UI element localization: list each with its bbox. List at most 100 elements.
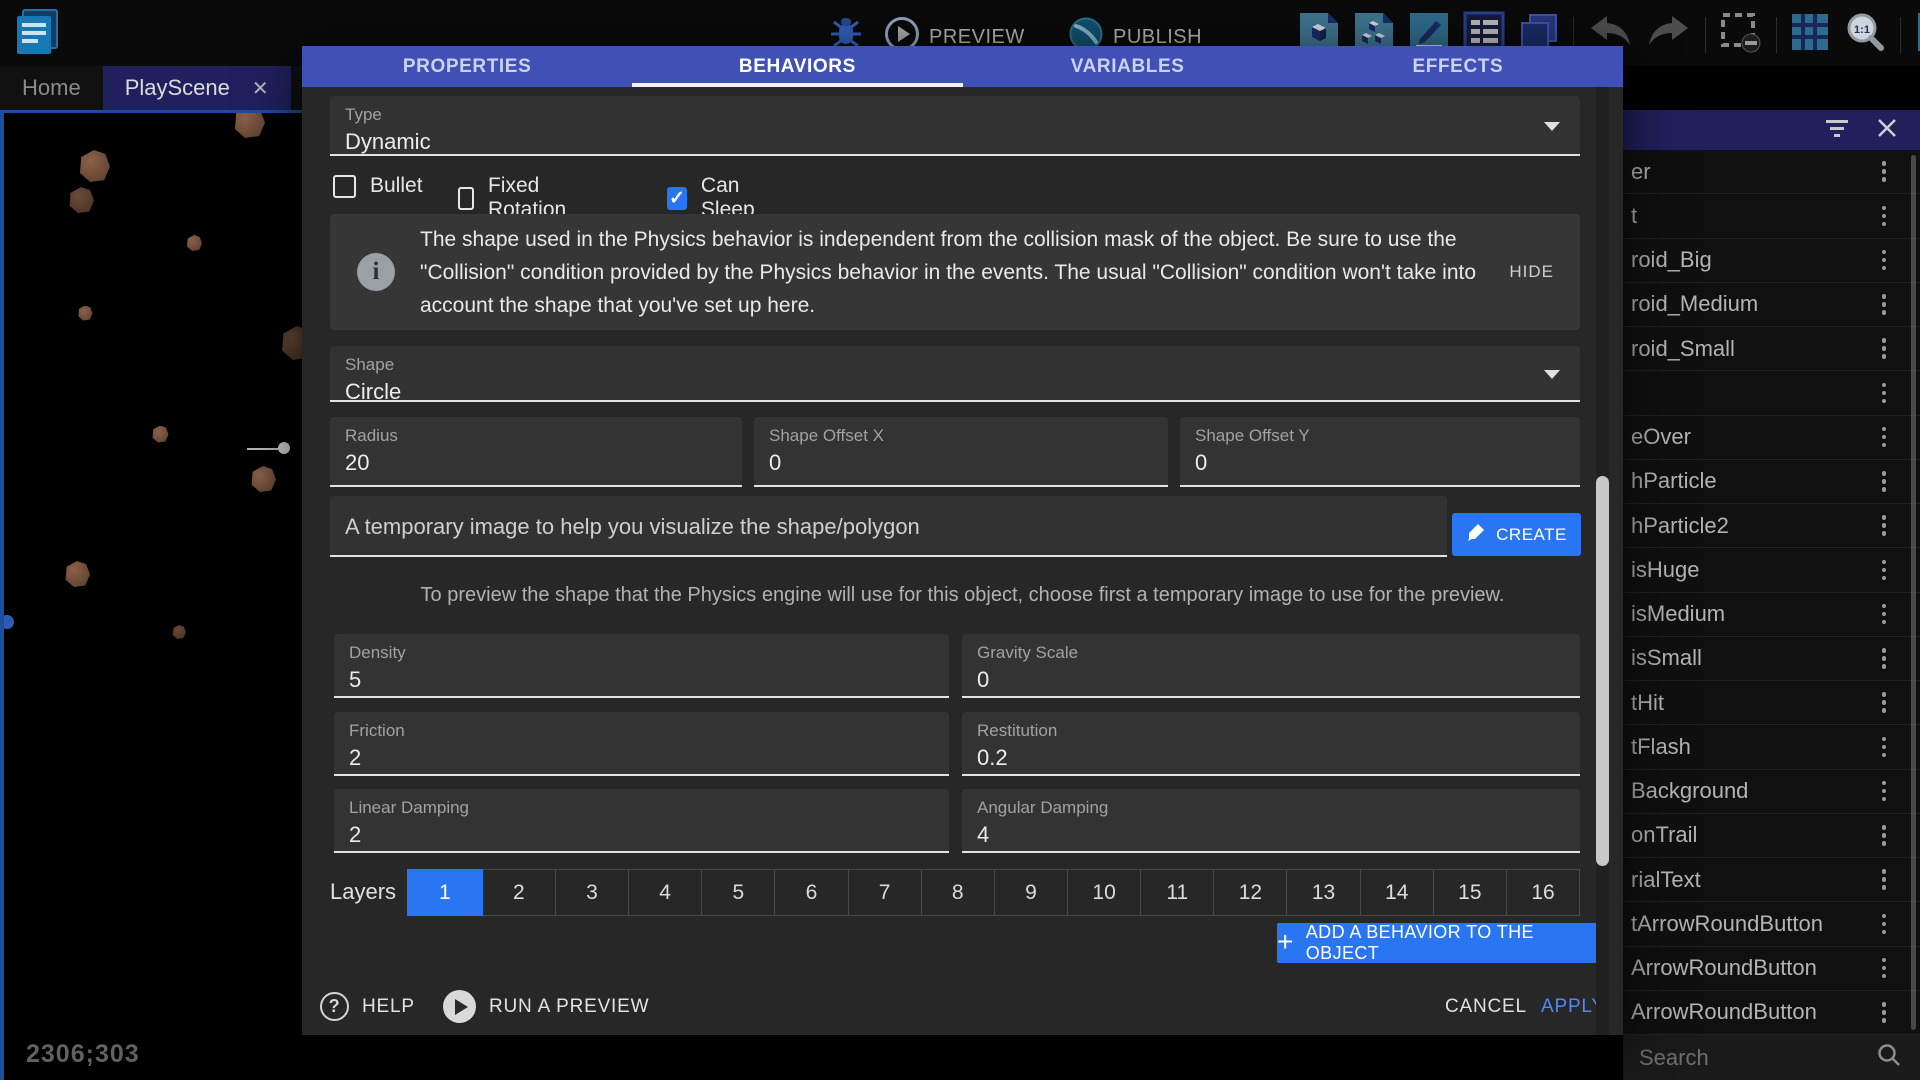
layer-button-8[interactable]: 8 [921,870,994,915]
filter-icon[interactable] [1824,117,1850,144]
layer-button-11[interactable]: 11 [1140,870,1213,915]
layer-button-16[interactable]: 16 [1506,870,1579,915]
zoom-original-icon[interactable]: 1:1 [1843,10,1887,59]
field-gravity-scale[interactable]: Gravity Scale0 [962,634,1580,698]
add-behavior-button[interactable]: + ADD A BEHAVIOR TO THE OBJECT [1277,923,1608,963]
layer-button-4[interactable]: 4 [628,870,701,915]
object-search-bar[interactable]: Search [1623,1035,1920,1080]
create-button[interactable]: CREATE [1452,513,1581,556]
layer-button-12[interactable]: 12 [1213,870,1286,915]
hide-button[interactable]: HIDE [1509,262,1554,282]
object-row[interactable]: t [1623,194,1920,238]
asteroid-sprite[interactable] [68,187,94,213]
asteroid-sprite[interactable] [78,150,110,182]
object-row[interactable]: Background [1623,770,1920,814]
object-row[interactable]: eOver [1623,416,1920,460]
object-row[interactable]: tHit [1623,681,1920,725]
asteroid-sprite[interactable] [172,625,186,639]
object-row[interactable] [1623,371,1920,415]
layer-button-2[interactable]: 2 [482,870,555,915]
more-options-icon[interactable] [1882,692,1887,713]
more-options-icon[interactable] [1882,206,1887,227]
field-density[interactable]: Density5 [334,634,949,698]
layer-button-1[interactable]: 1 [407,869,483,916]
object-row[interactable]: roid_Medium [1623,283,1920,327]
field-shape-offset-y[interactable]: Shape Offset Y0 [1180,417,1580,487]
more-options-icon[interactable] [1882,737,1887,758]
object-row[interactable]: hParticle2 [1623,504,1920,548]
more-options-icon[interactable] [1882,294,1887,315]
redo-icon[interactable] [1646,12,1692,57]
more-options-icon[interactable] [1882,958,1887,979]
object-row[interactable]: rialText [1623,858,1920,902]
object-row[interactable]: isHuge [1623,548,1920,592]
more-options-icon[interactable] [1882,1002,1887,1023]
field-restitution[interactable]: Restitution0.2 [962,712,1580,776]
checkbox-checked-icon[interactable]: ✓ [667,187,687,210]
object-row[interactable]: tArrowRoundButton [1623,902,1920,946]
layer-button-7[interactable]: 7 [848,870,921,915]
field-linear-damping[interactable]: Linear Damping2 [334,789,949,853]
checkbox-unchecked-icon[interactable] [333,175,356,198]
checkbox-unchecked-icon[interactable] [458,187,474,210]
more-options-icon[interactable] [1882,161,1887,182]
close-tab-icon[interactable]: ✕ [252,76,269,101]
asteroid-sprite[interactable] [64,561,90,587]
asteroid-sprite[interactable] [250,466,276,492]
cancel-button[interactable]: CANCEL [1445,996,1527,1018]
asteroid-sprite[interactable] [233,110,265,138]
more-options-icon[interactable] [1882,869,1887,890]
scene-canvas[interactable] [0,110,302,1080]
checkbox-bullet[interactable]: Bullet [333,174,423,198]
more-options-icon[interactable] [1882,648,1887,669]
more-options-icon[interactable] [1882,560,1887,581]
tab-home[interactable]: Home [0,66,103,110]
layer-button-6[interactable]: 6 [774,870,847,915]
tab-playscene[interactable]: PlayScene ✕ [103,66,291,110]
more-options-icon[interactable] [1882,427,1887,448]
more-options-icon[interactable] [1882,604,1887,625]
more-options-icon[interactable] [1882,338,1887,359]
layer-button-5[interactable]: 5 [701,870,774,915]
object-row[interactable]: isSmall [1623,637,1920,681]
layer-button-15[interactable]: 15 [1433,870,1506,915]
layer-button-3[interactable]: 3 [555,870,628,915]
more-options-icon[interactable] [1882,914,1887,935]
layer-button-14[interactable]: 14 [1360,870,1433,915]
close-icon[interactable] [1876,117,1898,144]
dialog-scrollbar-thumb[interactable] [1596,476,1609,866]
object-row[interactable]: tFlash [1623,725,1920,769]
capture-region-icon[interactable] [1719,11,1763,58]
temp-image-field[interactable]: A temporary image to help you visualize … [330,496,1447,557]
dialog-tab-effects[interactable]: EFFECTS [1293,46,1623,87]
layer-button-10[interactable]: 10 [1067,870,1140,915]
field-radius[interactable]: Radius20 [330,417,742,487]
asteroid-sprite[interactable] [152,426,169,443]
search-input[interactable]: Search [1623,1045,1876,1071]
more-options-icon[interactable] [1882,781,1887,802]
object-row[interactable]: isMedium [1623,593,1920,637]
more-options-icon[interactable] [1882,515,1887,536]
field-friction[interactable]: Friction2 [334,712,949,776]
grid-icon[interactable] [1790,12,1830,57]
layer-button-13[interactable]: 13 [1286,870,1359,915]
asteroid-sprite[interactable] [186,235,202,251]
panel-scrollbar[interactable] [1911,155,1916,1030]
object-row[interactable]: roid_Big [1623,239,1920,283]
object-row[interactable]: roid_Small [1623,327,1920,371]
help-button[interactable]: ? HELP [320,992,415,1021]
asteroid-sprite[interactable] [78,306,93,321]
object-row[interactable]: ArrowRoundButton [1623,991,1920,1035]
more-options-icon[interactable] [1882,250,1887,271]
project-manager-icon[interactable] [14,8,60,61]
project-settings-icon[interactable] [1914,11,1920,58]
field-angular-damping[interactable]: Angular Damping4 [962,789,1580,853]
more-options-icon[interactable] [1882,471,1887,492]
run-preview-button[interactable]: RUN A PREVIEW [443,990,649,1023]
dialog-tab-variables[interactable]: VARIABLES [963,46,1293,87]
type-dropdown[interactable]: Type Dynamic [330,96,1580,156]
object-row[interactable]: er [1623,150,1920,194]
asteroid-sprite[interactable] [280,326,302,360]
gizmo-handle[interactable] [278,442,290,454]
field-shape-offset-x[interactable]: Shape Offset X0 [754,417,1168,487]
